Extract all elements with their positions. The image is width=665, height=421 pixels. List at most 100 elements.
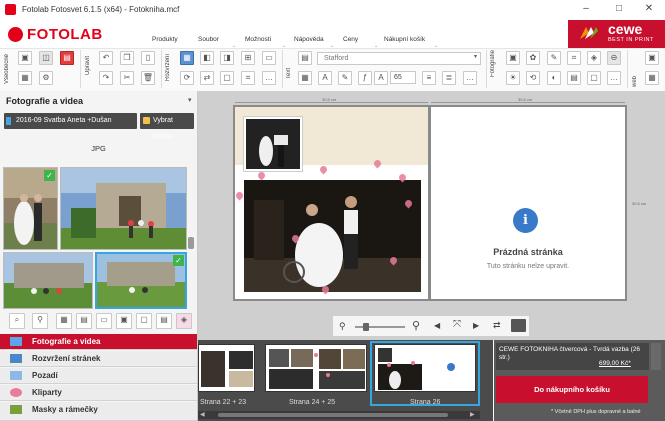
menu-moznosti[interactable]: Možnosti (245, 36, 271, 43)
add-photo-icon[interactable]: ⊞ (241, 51, 255, 65)
cut-icon[interactable]: ✂ (120, 71, 134, 85)
menu-produkty[interactable]: Produkty (152, 36, 178, 43)
photo-brightness-icon[interactable]: ☀ (506, 71, 520, 85)
paste-icon[interactable]: ▯ (141, 51, 155, 65)
maximize-button[interactable]: □ (606, 1, 632, 17)
copy-icon[interactable]: ❐ (120, 51, 134, 65)
page-photo-large[interactable] (244, 180, 421, 292)
photo-remove-icon[interactable]: ⊖ (607, 51, 621, 65)
strip-scrollbar[interactable]: ◀ ▶ (198, 411, 480, 419)
scroll-left-icon[interactable]: ◀ (200, 411, 205, 418)
redo-icon[interactable]: ↷ (99, 71, 113, 85)
frame-icon[interactable]: ▢ (220, 71, 234, 85)
align-center-icon[interactable]: ≣ (442, 71, 456, 85)
align-left-icon[interactable]: ≡ (422, 71, 436, 85)
undo-icon[interactable]: ↶ (99, 51, 113, 65)
settings-icon[interactable]: ⚙ (39, 71, 53, 85)
ruler-label: 30,5 cm (632, 201, 647, 206)
photo-filter-icon[interactable]: ◐ (547, 71, 561, 85)
collapse-icon[interactable]: ▾ (188, 96, 192, 104)
close-button[interactable]: ✕ (636, 1, 662, 17)
sort-icon[interactable]: ⌕ (9, 313, 25, 329)
fit-page-icon[interactable]: ⤧ (453, 319, 461, 330)
text-color-icon[interactable]: A (318, 71, 332, 85)
previous-page-icon[interactable]: ◀ (434, 321, 440, 330)
layer-icon[interactable]: ◨ (220, 51, 234, 65)
crop-icon[interactable]: ⌗ (241, 71, 255, 85)
menu-napoveda[interactable]: Nápověda (294, 36, 324, 43)
delete-icon[interactable]: 🗑 (141, 71, 155, 85)
preview-icon[interactable]: ◫ (39, 51, 53, 65)
scrollbar-thumb[interactable] (188, 237, 194, 249)
search-icon[interactable]: ⚲ (32, 313, 48, 329)
view-list-icon[interactable]: ▭ (96, 313, 112, 329)
swap-pages-icon[interactable]: ⇄ (493, 320, 501, 331)
menu-nakupni-kosik[interactable]: Nákupní košík (384, 36, 425, 43)
nav-photos-videos[interactable]: Fotografie a videa (0, 334, 197, 350)
ribbon-separator (80, 50, 81, 88)
nav-backgrounds[interactable]: Pozadí (0, 368, 197, 384)
zoom-slider-handle[interactable] (363, 323, 369, 331)
strip-scrollbar-thumb[interactable] (218, 413, 448, 417)
web-gallery-icon[interactable]: ▦ (645, 71, 659, 85)
next-page-icon[interactable]: ▶ (473, 321, 479, 330)
font-size-select[interactable]: 65 (390, 71, 416, 84)
nav-page-layouts[interactable]: Rozvržení stránek (0, 351, 197, 367)
photo-edit-icon[interactable]: ✎ (547, 51, 561, 65)
photo-rotate-icon[interactable]: ⟲ (526, 71, 540, 85)
photo-crop-icon[interactable]: ⌗ (567, 51, 581, 65)
photo-thumbnail[interactable] (3, 252, 93, 309)
grid-icon[interactable]: ▦ (180, 51, 194, 65)
zoom-out-icon[interactable]: ⚲ (339, 321, 346, 332)
filter-icon[interactable]: ◈ (176, 313, 192, 329)
strip-thumbnail-selected[interactable] (374, 344, 476, 392)
text-box-icon[interactable]: ▤ (298, 51, 312, 65)
add-to-cart-button[interactable]: Do nákupního košíku (496, 376, 648, 403)
flip-icon[interactable]: ⇄ (200, 71, 214, 85)
strip-thumbnail[interactable] (198, 344, 255, 392)
menu-ceny[interactable]: Ceny (343, 36, 358, 43)
order-icon[interactable]: ▤ (60, 51, 74, 65)
more-icon[interactable]: … (262, 71, 276, 85)
view-grid-icon[interactable]: ▦ (56, 313, 72, 329)
font-size-icon[interactable]: A (374, 71, 388, 85)
photo-more-icon[interactable]: … (607, 71, 621, 85)
web-icon[interactable]: ▣ (645, 51, 659, 65)
page-photo-small[interactable] (243, 116, 303, 172)
align-icon[interactable]: ◧ (200, 51, 214, 65)
save-icon[interactable]: ▣ (18, 51, 32, 65)
scroll-right-icon[interactable]: ▶ (470, 411, 475, 418)
font-select[interactable]: Stafford (317, 52, 481, 65)
file-type-label: JPG (91, 144, 106, 153)
view-small-icon[interactable]: ▤ (156, 313, 172, 329)
text-effects-icon[interactable]: ƒ (358, 71, 372, 85)
view-detail-icon[interactable]: ▤ (76, 313, 92, 329)
cart-scrollbar[interactable] (651, 343, 661, 370)
photo-mask-icon[interactable]: ◈ (587, 51, 601, 65)
add-text-icon[interactable]: ▭ (262, 51, 276, 65)
photo-shadow-icon[interactable]: ▢ (587, 71, 601, 85)
menu-soubor[interactable]: Soubor (198, 36, 219, 43)
photo-effects-icon[interactable]: ✿ (526, 51, 540, 65)
minimize-button[interactable]: – (573, 1, 599, 17)
nav-cliparts[interactable]: Kliparty (0, 385, 197, 401)
photo-layout-icon[interactable]: ▤ (567, 71, 581, 85)
text-style-icon[interactable]: ▦ (298, 71, 312, 85)
rotate-icon[interactable]: ⟳ (180, 71, 194, 85)
nav-masks-frames[interactable]: Masky a rámečky (0, 402, 197, 421)
spread-view-icon[interactable] (511, 319, 526, 332)
text-shadow-icon[interactable]: ✎ (338, 71, 352, 85)
strip-thumbnail[interactable] (265, 344, 367, 392)
folder-button[interactable]: 2016-09 Svatba Aneta +Dušan (4, 113, 137, 129)
zoom-in-icon[interactable]: ⚲ (412, 319, 420, 332)
nav-label: Fotografie a videa (32, 337, 101, 346)
photo-frame-icon[interactable]: ▣ (506, 51, 520, 65)
ribbon-separator (282, 50, 283, 88)
logo-text: FOTOLAB (27, 26, 103, 43)
view-large-icon[interactable]: ▣ (116, 313, 132, 329)
text-more-icon[interactable]: … (463, 71, 477, 85)
photo-thumbnail[interactable] (60, 167, 187, 250)
print-icon[interactable]: ▦ (18, 71, 32, 85)
view-medium-icon[interactable]: ▢ (136, 313, 152, 329)
cart-price[interactable]: 699,00 Kč* (599, 360, 631, 367)
